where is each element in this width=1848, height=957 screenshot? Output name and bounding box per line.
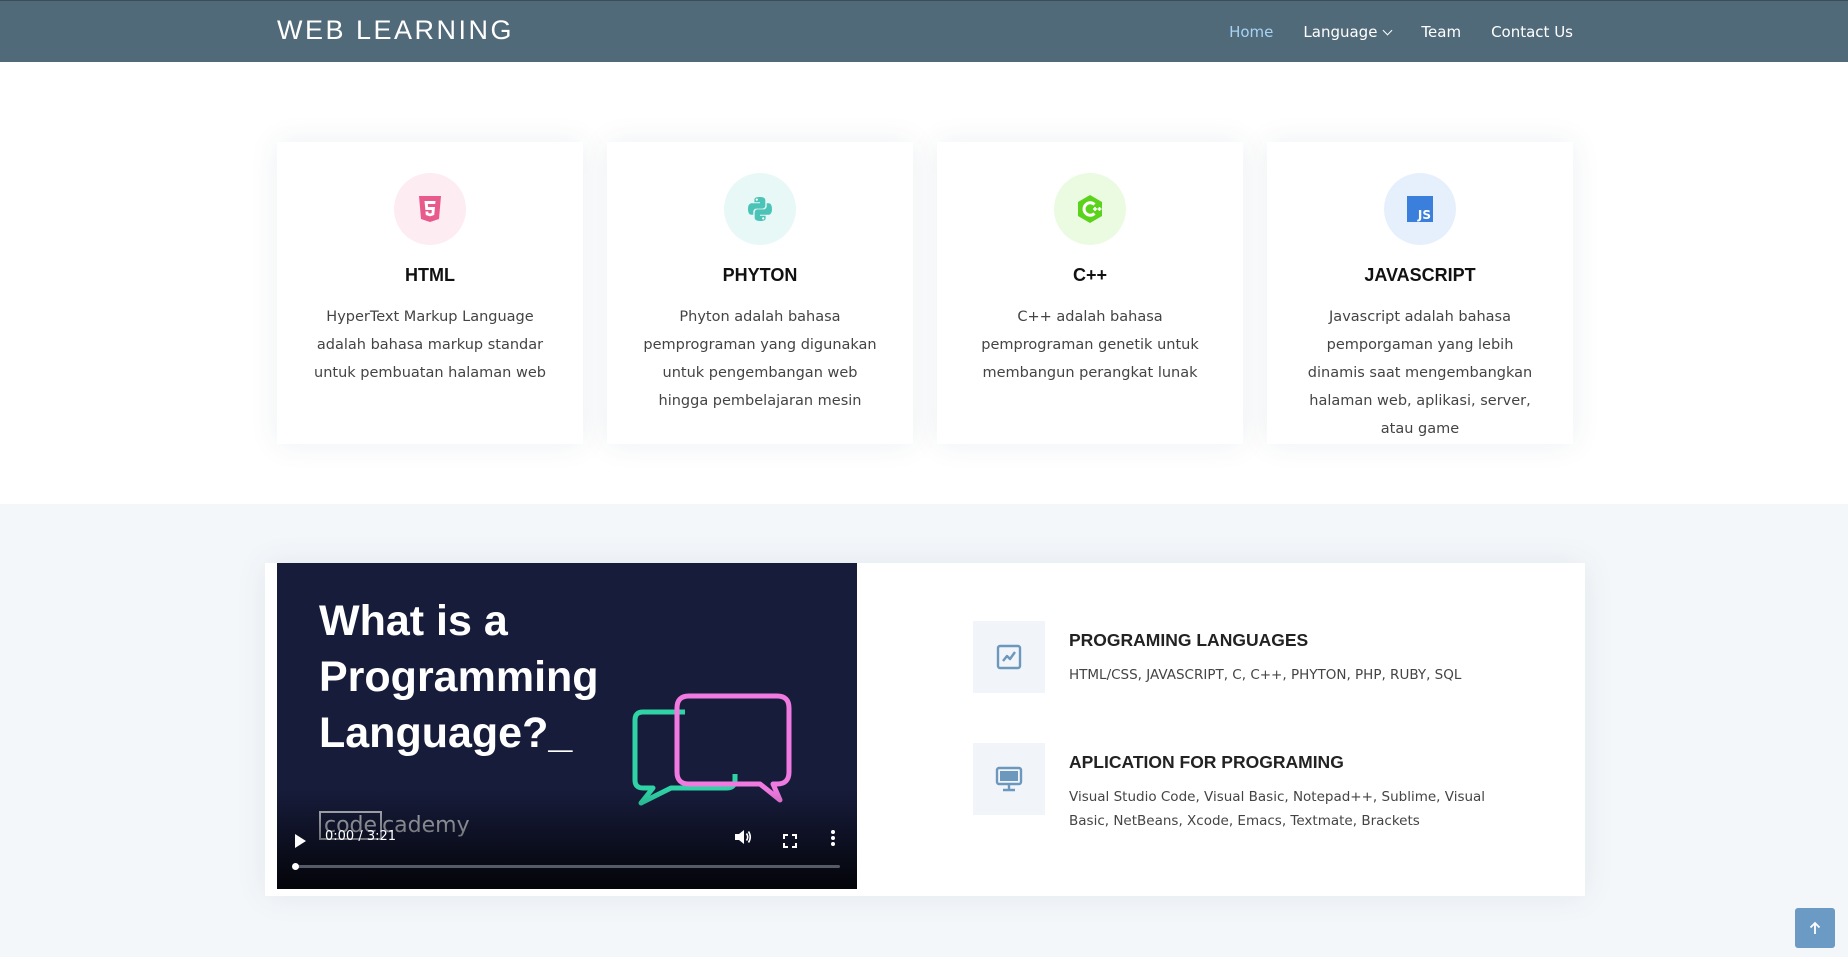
arrow-up-icon [1809, 921, 1821, 934]
language-card-javascript[interactable]: JS JAVASCRIPT Javascript adalah bahasa p… [1267, 142, 1573, 444]
html5-icon [394, 173, 466, 245]
card-title: C++ [1072, 265, 1108, 285]
nav-language-label: Language [1303, 23, 1378, 41]
main-nav: Home Language Team Contact Us [1199, 1, 1573, 63]
feature-text: HTML/CSS, JAVASCRIPT, C, C++, PHYTON, PH… [1069, 667, 1462, 683]
play-icon[interactable] [295, 834, 306, 848]
language-card-html[interactable]: HTML HyperText Markup Language adalah ba… [277, 142, 583, 444]
volume-icon[interactable] [734, 829, 752, 849]
python-icon [724, 173, 796, 245]
svg-text:JS: JS [1417, 208, 1431, 222]
site-header: WEB LEARNING Home Language Team Contact … [0, 0, 1848, 62]
video-progress-bar[interactable] [292, 863, 840, 870]
feature-title: APLICATION FOR PROGRAMING [1069, 752, 1344, 772]
javascript-icon: JS [1384, 173, 1456, 245]
video-time: 0:00 / 3:21 [325, 829, 397, 844]
card-description: HyperText Markup Language adalah bahasa … [314, 309, 546, 381]
nav-home[interactable]: Home [1229, 23, 1273, 41]
video-title: What is a Programming Language?_ [319, 597, 599, 757]
video-player[interactable]: What is a Programming Language?_ codecad… [277, 563, 857, 889]
back-to-top-button[interactable] [1795, 908, 1835, 948]
nav-team-label: Team [1421, 23, 1462, 41]
nav-contact[interactable]: Contact Us [1491, 23, 1573, 41]
card-title: HTML [405, 265, 455, 285]
card-description: Phyton adalah bahasa pemprograman yang d… [643, 309, 877, 409]
progress-knob[interactable] [292, 863, 299, 870]
fullscreen-icon[interactable] [783, 833, 797, 848]
nav-team[interactable]: Team [1421, 23, 1461, 41]
about-section: What is a Programming Language?_ codecad… [0, 504, 1848, 957]
language-card-cpp[interactable]: C++ C++ adalah bahasa pemprograman genet… [937, 142, 1243, 444]
feature-text: Visual Studio Code, Visual Basic, Notepa… [1069, 789, 1486, 829]
more-options-icon[interactable] [830, 829, 836, 847]
chevron-down-icon [1382, 25, 1393, 35]
monitor-icon [973, 743, 1045, 815]
card-title: PHYTON [722, 265, 798, 285]
about-box: What is a Programming Language?_ codecad… [265, 563, 1585, 896]
card-description: Javascript adalah bahasa pemporgaman yan… [1307, 309, 1533, 437]
nav-contact-label: Contact Us [1491, 23, 1573, 41]
card-description: C++ adalah bahasa pemprograman genetik u… [981, 309, 1199, 381]
cplusplus-icon [1054, 173, 1126, 245]
chart-icon [973, 621, 1045, 693]
feature-title: PROGRAMING LANGUAGES [1069, 630, 1309, 650]
card-title: JAVASCRIPT [1364, 265, 1476, 285]
site-logo[interactable]: WEB LEARNING [277, 15, 514, 46]
language-card-python[interactable]: PHYTON Phyton adalah bahasa pemprograman… [607, 142, 913, 444]
nav-home-label: Home [1229, 23, 1274, 41]
nav-language[interactable]: Language [1303, 23, 1393, 41]
